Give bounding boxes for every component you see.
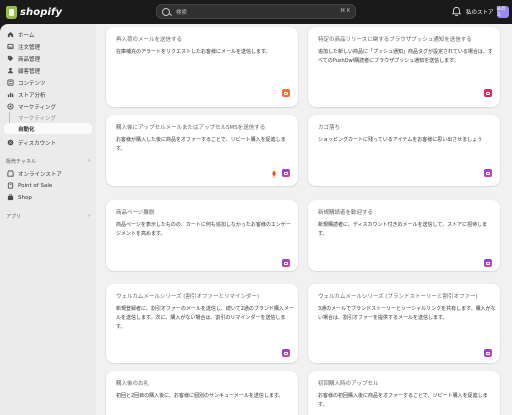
automation-card-restock[interactable]: 再入荷のメールを送信する 在庫補充のアラートをリクエストしたお客様にメールを送信… bbox=[106, 27, 298, 107]
sidebar-item-label: 商品管理 bbox=[18, 56, 41, 63]
chart-icon bbox=[7, 91, 14, 98]
automation-card-welcome-series-brand[interactable]: ウェルカムメールシリーズ (ブランドストーリーと割引オファー) 3通のメールでブ… bbox=[308, 284, 500, 363]
automation-card-abandoned-cart[interactable]: カゴ落ち ショッピングカートに残っているアイテムをお客様に思い出させましょう bbox=[308, 115, 500, 186]
card-description: お客様の初回購入後に商品をオファーすることで、リピート購入を促進します。 bbox=[318, 393, 488, 408]
search-input[interactable]: 検索 ⌘ K bbox=[156, 4, 356, 19]
sidebar-item-home[interactable]: ホーム bbox=[4, 29, 92, 40]
card-title: 購入後にアップセルメールまたはアップセルSMSを送信する bbox=[116, 125, 266, 131]
home-icon bbox=[7, 31, 14, 38]
sidebar-item-pos[interactable]: Point of Sale bbox=[4, 180, 92, 191]
automation-card-first-purchase-upsell[interactable]: 初回購入時のアップセル お客様の初回購入後に商品をオファーすることで、リピート購… bbox=[308, 371, 500, 415]
sidebar-item-label: 注文管理 bbox=[18, 44, 41, 51]
card-description: 在庫補充のアラートをリクエストしたお客様にメールを送信します。 bbox=[116, 49, 271, 55]
sidebar-item-discounts[interactable]: ディスカウント bbox=[4, 137, 92, 148]
sidebar-item-label: Shop bbox=[18, 194, 32, 201]
sidebar-item-label: ホーム bbox=[18, 32, 35, 39]
automation-card-push-release[interactable]: 特定の商品リリースに関するブラウザプッシュ通知を送信する 追加した新しい商品に「… bbox=[308, 27, 500, 107]
sales-channels-header[interactable]: 販売チャネル › bbox=[6, 158, 90, 165]
automation-card-welcome-subscriber[interactable]: 新規購読者を歓迎する 新規購読者に、ディスカウント付きのメールを送信して、ストア… bbox=[308, 200, 500, 271]
app-icon bbox=[282, 89, 290, 97]
app-icon bbox=[484, 349, 492, 357]
app-icon bbox=[484, 89, 492, 97]
shop-icon bbox=[7, 194, 14, 201]
sidebar-item-customers[interactable]: 顧客管理 bbox=[4, 65, 92, 76]
apps-label: アプリ bbox=[6, 214, 22, 220]
content-icon bbox=[7, 79, 14, 86]
sidebar-item-analytics[interactable]: ストア分析 bbox=[4, 89, 92, 100]
card-description: 新規登録者に、割引オファーのメールを送信し、続いて2通のブランド購入メールを送信… bbox=[116, 306, 294, 330]
sidebar-item-label: ディスカウント bbox=[18, 140, 57, 147]
sidebar-item-shop[interactable]: Shop bbox=[4, 192, 92, 203]
search-icon bbox=[162, 7, 170, 16]
sidebar-item-online-store[interactable]: オンラインストア bbox=[4, 168, 92, 179]
sidebar-item-marketing[interactable]: マーケティング bbox=[4, 101, 92, 112]
target-icon bbox=[7, 103, 14, 110]
sales-channels-label: 販売チャネル bbox=[6, 159, 36, 165]
card-description: 商品ページを表示したものの、カートに何も追加しなかったお客様のエンゲージメントを… bbox=[116, 222, 291, 237]
card-description: 新規購読者に、ディスカウント付きのメールを送信して、ストアに招待します。 bbox=[318, 222, 488, 237]
card-description: お客様が購入した後に商品をオファーすることで、リピート購入を促進します。 bbox=[116, 137, 286, 152]
card-description: 初回と2回目の購入後に、お客様に個別のサンキューメールを送信します。 bbox=[116, 393, 284, 399]
chevron-right-icon: › bbox=[88, 158, 90, 164]
bell-icon[interactable] bbox=[451, 6, 462, 17]
sidebar-item-content[interactable]: コンテンツ bbox=[4, 77, 92, 88]
chevron-right-icon: › bbox=[88, 213, 90, 219]
card-description: ショッピングカートに残っているアイテムをお客様に思い出させましょう bbox=[318, 137, 483, 143]
inbox-icon bbox=[7, 43, 14, 50]
apps-header[interactable]: アプリ › bbox=[6, 213, 90, 220]
card-title: 購入後のお礼 bbox=[116, 381, 150, 387]
store-name: 私のストア bbox=[466, 9, 494, 16]
top-bar: shopify 検索 ⌘ K 私のストア 私のス bbox=[0, 0, 512, 24]
sidebar-item-label: オンラインストア bbox=[18, 171, 62, 178]
automation-card-thank-you[interactable]: 購入後のお礼 初回と2回目の購入後に、お客様に個別のサンキューメールを送信します… bbox=[106, 371, 298, 415]
search-placeholder: 検索 bbox=[176, 9, 188, 16]
card-title: 商品ページ離脱 bbox=[116, 210, 155, 216]
card-description: 3通のメールでブランドストーリーとソーシャルリンクを共有します。購入がない場合は… bbox=[318, 306, 496, 321]
sidebar-item-label: マーケティング bbox=[18, 104, 57, 111]
card-title: 再入荷のメールを送信する bbox=[116, 37, 183, 43]
pos-icon bbox=[7, 182, 14, 189]
search-shortcut: ⌘ K bbox=[340, 8, 350, 14]
tag-icon bbox=[7, 55, 14, 62]
card-description: 追加した新しい商品に「プッシュ通知」商品タグが設定されている場合は、すべてのPu… bbox=[318, 49, 493, 64]
card-title: ウェルカムメールシリーズ (割引オファーとリマインダー) bbox=[116, 294, 260, 300]
sidebar-subitem-marketing[interactable]: マーケティング bbox=[4, 112, 92, 123]
store-menu-button[interactable]: 私のストア 私のス bbox=[466, 4, 510, 19]
sidebar-subitem-label: マーケティング bbox=[18, 115, 57, 122]
sidebar-item-label: ストア分析 bbox=[18, 92, 46, 99]
app-icon bbox=[282, 259, 290, 267]
card-title: 初回購入時のアップセル bbox=[318, 381, 379, 387]
sidebar-item-label: 顧客管理 bbox=[18, 68, 41, 75]
card-title: ウェルカムメールシリーズ (ブランドストーリーと割引オファー) bbox=[318, 294, 478, 300]
sidebar-item-label: Point of Sale bbox=[18, 182, 53, 189]
automation-card-product-page-exit[interactable]: 商品ページ離脱 商品ページを表示したものの、カートに何も追加しなかったお客様のエ… bbox=[106, 200, 298, 271]
app-icon bbox=[484, 169, 492, 177]
sidebar-subitem-automation[interactable]: 自動化 bbox=[4, 123, 92, 134]
app-icon bbox=[484, 259, 492, 267]
automation-card-upsell[interactable]: 購入後にアップセルメールまたはアップセルSMSを送信する お客様が購入した後に商… bbox=[106, 115, 298, 186]
shopify-logo[interactable]: shopify bbox=[6, 5, 62, 19]
sidebar: ホーム 注文管理 商品管理 顧客管理 コンテンツ ストア分析 マーケティング マ… bbox=[0, 24, 96, 415]
automation-card-welcome-series-discount[interactable]: ウェルカムメールシリーズ (割引オファーとリマインダー) 新規登録者に、割引オフ… bbox=[106, 284, 298, 363]
rocket-app-icon bbox=[272, 170, 276, 178]
discount-icon bbox=[7, 139, 14, 146]
card-title: カゴ落ち bbox=[318, 125, 341, 131]
person-icon bbox=[7, 67, 14, 74]
store-icon bbox=[7, 170, 14, 177]
sidebar-subitem-label: 自動化 bbox=[18, 126, 35, 133]
main-content: 再入荷のメールを送信する 在庫補充のアラートをリクエストしたお客様にメールを送信… bbox=[96, 24, 512, 415]
app-icon bbox=[282, 169, 290, 177]
app-icon bbox=[282, 349, 290, 357]
shopify-bag-icon bbox=[6, 5, 17, 19]
avatar: 私のス bbox=[496, 5, 509, 18]
logo-text: shopify bbox=[20, 6, 63, 18]
card-title: 新規購読者を歓迎する bbox=[318, 210, 374, 216]
sidebar-item-orders[interactable]: 注文管理 bbox=[4, 41, 92, 52]
sidebar-item-products[interactable]: 商品管理 bbox=[4, 53, 92, 64]
card-title: 特定の商品リリースに関するブラウザプッシュ通知を送信する bbox=[318, 37, 472, 43]
sidebar-item-label: コンテンツ bbox=[18, 80, 46, 87]
